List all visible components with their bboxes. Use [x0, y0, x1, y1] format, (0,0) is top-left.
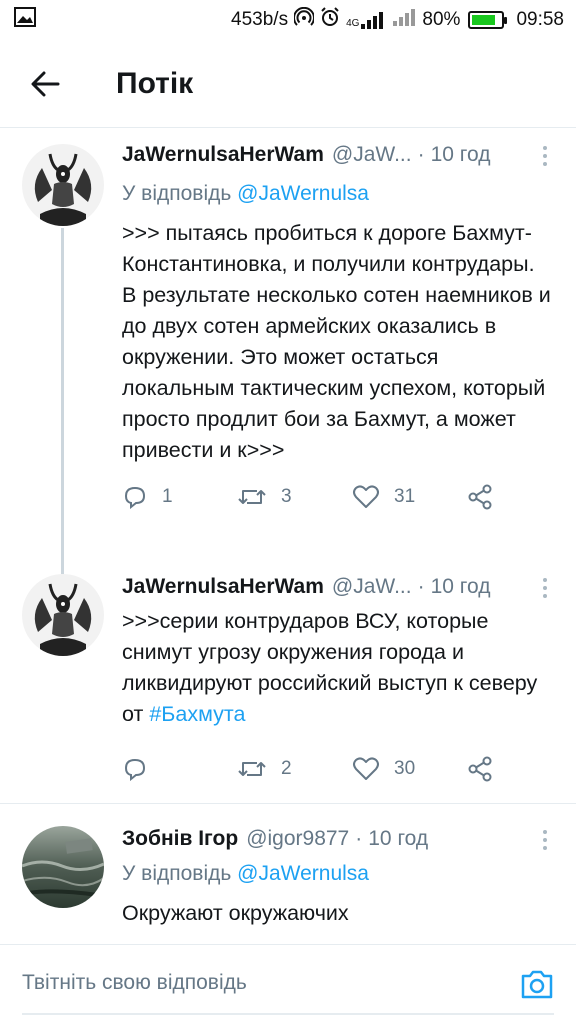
tweet-header: Зобнів Ігор @igor9877 · 10 год — [122, 824, 552, 854]
tweet-time: 10 год — [368, 827, 429, 850]
page-title: Потік — [116, 66, 194, 100]
battery-icon — [468, 11, 508, 29]
separator-dot: · — [417, 143, 425, 166]
tweet-actions: 1 3 31 — [122, 480, 552, 514]
tweet-actions: 2 30 — [122, 752, 552, 786]
avatar[interactable] — [22, 826, 104, 908]
author-handle[interactable]: @JaW... — [332, 575, 412, 599]
tweet[interactable]: Зобнів Ігор @igor9877 · 10 год У відпові… — [0, 804, 576, 944]
retweet-button[interactable]: 3 — [237, 485, 352, 509]
tweet-text: Окружают окружаючих — [122, 901, 349, 925]
retweet-count: 3 — [281, 486, 292, 507]
like-button[interactable]: 30 — [352, 757, 467, 781]
retweet-icon — [238, 762, 266, 776]
separator-dot: · — [417, 575, 425, 598]
like-button[interactable]: 31 — [352, 485, 467, 509]
top-app-bar: Потік — [0, 40, 576, 128]
author-handle[interactable]: @igor9877 — [246, 827, 349, 851]
share-button[interactable] — [467, 484, 507, 510]
hotspot-icon — [293, 6, 316, 33]
author-name[interactable]: JaWernulsaHerWam — [122, 575, 324, 599]
reply-context: У відповідь @JaWernulsa — [122, 862, 552, 890]
tweet-time: 10 год — [430, 143, 491, 166]
reply-composer: Твітніть свою відповідь — [0, 944, 576, 1024]
reply-prefix: У відповідь — [122, 862, 232, 885]
signal-2-icon — [392, 8, 416, 32]
reply-context: У відповідь @JaWernulsa — [122, 182, 552, 210]
back-button[interactable] — [0, 40, 90, 128]
reply-input-underline — [22, 1013, 554, 1015]
tweet[interactable]: JaWernulsaHerWam @JaW... · 10 год У відп… — [0, 128, 576, 574]
tweet-header: JaWernulsaHerWam @JaW... · 10 год — [122, 140, 552, 170]
heart-icon — [353, 757, 379, 780]
clock: 09:58 — [516, 9, 564, 30]
camera-icon — [521, 970, 553, 999]
reply-icon — [124, 486, 146, 509]
share-button[interactable] — [467, 756, 507, 782]
heart-icon — [353, 485, 379, 508]
reply-button[interactable]: 1 — [122, 485, 237, 509]
author-name[interactable]: Зобнів Ігор — [122, 827, 238, 851]
retweet-button[interactable]: 2 — [237, 757, 352, 781]
tweet-text: >>> пытаясь пробиться к дороге Бахмут-Ко… — [122, 221, 551, 462]
tweet[interactable]: JaWernulsaHerWam @JaW... · 10 год >>>сер… — [0, 558, 576, 803]
more-options-icon[interactable] — [538, 576, 552, 600]
share-icon — [468, 484, 492, 510]
like-count: 31 — [394, 486, 416, 507]
reply-prefix: У відповідь — [122, 182, 232, 205]
signal-icon: 4G — [346, 11, 386, 29]
reply-to-link[interactable]: @JaWernulsa — [237, 862, 369, 885]
reply-icon — [124, 758, 146, 781]
retweet-count: 2 — [281, 758, 292, 779]
reply-to-link[interactable]: @JaWernulsa — [237, 182, 369, 205]
status-bar: 453b/s 4G 80% 09:58 — [0, 0, 576, 40]
like-count: 30 — [394, 758, 416, 779]
reply-button[interactable] — [122, 757, 237, 781]
net-speed: 453b/s — [231, 9, 289, 30]
retweet-icon — [238, 490, 266, 504]
share-icon — [468, 756, 492, 782]
camera-button[interactable] — [520, 967, 554, 1001]
network-type-label: 4G — [346, 18, 360, 29]
image-notification-icon — [14, 7, 36, 33]
avatar[interactable] — [22, 144, 104, 226]
battery-percent: 80% — [422, 9, 461, 30]
reply-count: 1 — [162, 486, 173, 507]
author-handle[interactable]: @JaW... — [332, 143, 412, 167]
avatar[interactable] — [22, 574, 104, 656]
thread-connector — [61, 228, 64, 574]
tweet-text: >>>серии контрударов ВСУ, которые снимут… — [122, 606, 552, 730]
tweet-time: 10 год — [430, 575, 491, 598]
separator-dot: · — [355, 827, 363, 850]
author-name[interactable]: JaWernulsaHerWam — [122, 143, 324, 167]
reply-input[interactable]: Твітніть свою відповідь — [22, 971, 247, 995]
arrow-left-icon — [31, 71, 60, 96]
hashtag-link[interactable]: #Бахмута — [149, 702, 245, 726]
more-options-icon[interactable] — [538, 144, 552, 168]
more-options-icon[interactable] — [538, 828, 552, 852]
tweet-header: JaWernulsaHerWam @JaW... · 10 год — [122, 572, 552, 602]
alarm-icon — [320, 7, 340, 33]
